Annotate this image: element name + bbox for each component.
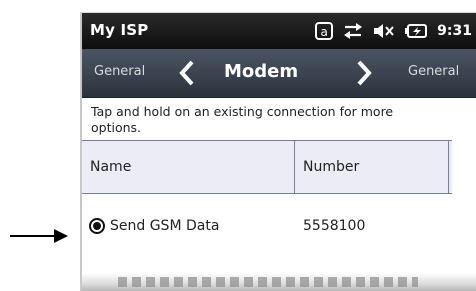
next-page-label[interactable]: General bbox=[408, 64, 459, 79]
keyboard-a-icon[interactable]: a bbox=[315, 22, 334, 40]
connection-name: Send GSM Data bbox=[110, 218, 220, 234]
page-title: Modem bbox=[224, 61, 299, 82]
column-header-name[interactable]: Name bbox=[82, 141, 295, 193]
table-header: Name Number bbox=[82, 141, 452, 194]
instructions-text: Tap and hold on an existing connection f… bbox=[91, 104, 394, 135]
column-header-number[interactable]: Number bbox=[295, 141, 449, 193]
cut-off-row bbox=[82, 273, 476, 291]
status-icons: a 9:31 bbox=[315, 19, 472, 43]
selected-radio-icon[interactable] bbox=[89, 218, 105, 234]
status-bar: My ISP a 9:31 bbox=[82, 13, 476, 49]
cut-off-row-text bbox=[118, 277, 418, 287]
page-navigation-bar: General Modem General bbox=[82, 49, 476, 98]
connection-name-cell[interactable]: Send GSM Data bbox=[82, 218, 295, 234]
table-row[interactable]: Send GSM Data 5558100 bbox=[82, 194, 452, 258]
content-area: Tap and hold on an existing connection f… bbox=[82, 98, 476, 291]
device-screen: My ISP a 9:31 General Modem General Tap … bbox=[80, 12, 476, 291]
previous-page-label[interactable]: General bbox=[94, 64, 145, 79]
connection-number: 5558100 bbox=[303, 218, 366, 234]
callout-arrow-icon bbox=[10, 229, 68, 243]
sync-arrows-icon[interactable] bbox=[343, 22, 363, 40]
chevron-right-icon[interactable] bbox=[354, 59, 374, 87]
connections-table: Name Number Send GSM Data 5558100 bbox=[82, 140, 452, 258]
clock: 9:31 bbox=[437, 23, 472, 39]
app-title: My ISP bbox=[90, 21, 149, 39]
chevron-left-icon[interactable] bbox=[177, 59, 197, 87]
speaker-muted-icon[interactable] bbox=[373, 22, 395, 40]
battery-charging-icon[interactable] bbox=[405, 22, 429, 40]
